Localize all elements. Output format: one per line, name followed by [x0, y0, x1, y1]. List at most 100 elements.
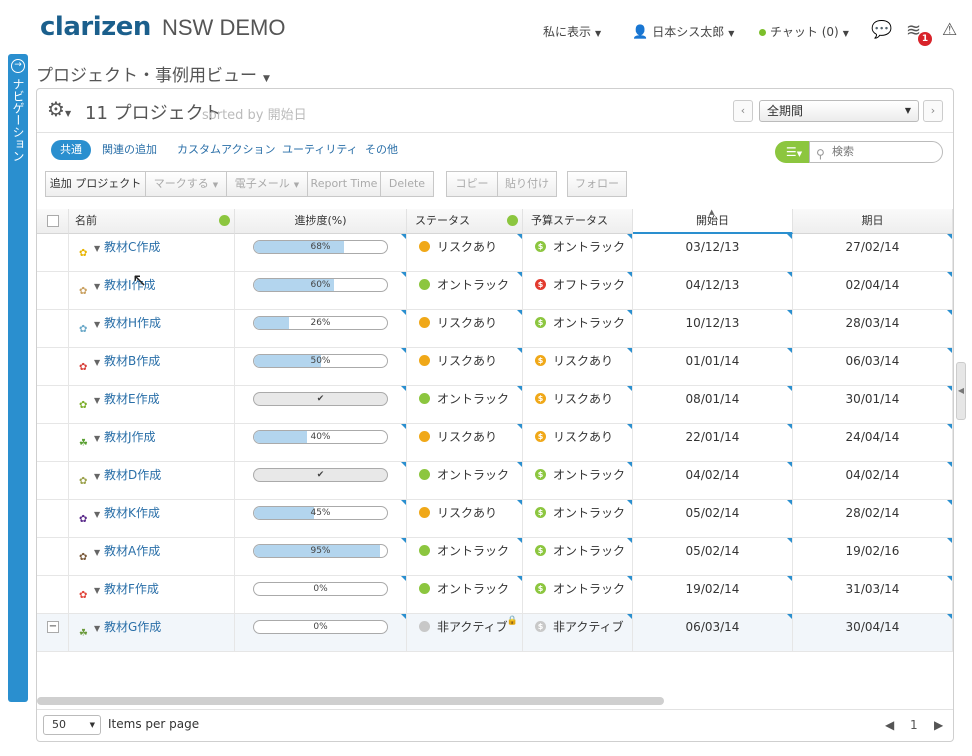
table-row[interactable]: ✿ ▼ 教材H作成 26% リスクあり $ オントラック 10/12/13 28/…: [37, 310, 953, 348]
project-name-link[interactable]: 教材H作成: [104, 310, 161, 337]
table-row[interactable]: ✿ ▼ 教材C作成 68% リスクあり $ オントラック 03/12/13 27/…: [37, 234, 953, 272]
start-date-cell[interactable]: 22/01/14: [633, 424, 793, 462]
due-date-cell[interactable]: 28/02/14: [793, 500, 953, 538]
tab-add-relation[interactable]: 関連の追加: [102, 140, 157, 160]
chevron-down-icon[interactable]: ▼: [94, 235, 100, 262]
navigation-panel-toggle[interactable]: → ナビゲーション: [8, 54, 28, 702]
table-row[interactable]: ✿ ▼ 教材I作成 60% オントラック $ オフトラック 04/12/13 02…: [37, 272, 953, 310]
start-date-cell[interactable]: 03/12/13: [633, 234, 793, 272]
column-header-name[interactable]: 名前: [69, 209, 235, 234]
tab-custom-actions[interactable]: カスタムアクション: [177, 140, 275, 160]
chevron-down-icon[interactable]: ▼: [94, 311, 100, 338]
chevron-down-icon[interactable]: ▼: [94, 615, 100, 642]
due-date-cell[interactable]: 06/03/14: [793, 348, 953, 386]
table-row[interactable]: ✿ ▼ 教材D作成 ✔ オントラック $ オントラック 04/02/14 04/0…: [37, 462, 953, 500]
due-date-cell[interactable]: 30/04/14: [793, 614, 953, 652]
table-row[interactable]: ✿ ▼ 教材K作成 45% リスクあり $ オントラック 05/02/14 28/…: [37, 500, 953, 538]
items-per-page-select[interactable]: 50 ▼: [43, 715, 101, 735]
project-name-link[interactable]: 教材E作成: [104, 386, 160, 413]
delete-button[interactable]: Delete: [380, 171, 434, 197]
side-panel-collapse-handle[interactable]: ◀: [956, 362, 966, 420]
select-all-checkbox[interactable]: [47, 215, 59, 227]
report-time-button[interactable]: Report Time: [307, 171, 381, 197]
period-select[interactable]: 全期間 ▼: [759, 100, 919, 122]
chevron-down-icon[interactable]: ▼: [94, 539, 100, 566]
chevron-down-icon[interactable]: ▼: [94, 349, 100, 376]
mark-button[interactable]: マークする ▼: [145, 171, 227, 197]
search-input[interactable]: [832, 145, 932, 158]
chat-menu[interactable]: チャット (0) ▼: [759, 23, 849, 40]
add-project-button[interactable]: 追加 プロジェクト: [45, 171, 146, 197]
next-period-button[interactable]: ›: [923, 100, 943, 122]
follow-button[interactable]: フォロー: [567, 171, 627, 197]
due-date-cell[interactable]: 24/04/14: [793, 424, 953, 462]
due-date-cell[interactable]: 27/02/14: [793, 234, 953, 272]
due-date-cell[interactable]: 28/03/14: [793, 310, 953, 348]
table-row[interactable]: ✿ ▼ 教材A作成 95% オントラック $ オントラック 05/02/14 19…: [37, 538, 953, 576]
project-name-link[interactable]: 教材J作成: [104, 424, 156, 451]
project-name-link[interactable]: 教材G作成: [104, 614, 161, 641]
view-selector[interactable]: プロジェクト・事例用ビュー ▼: [36, 61, 270, 86]
email-button[interactable]: 電子メール ▼: [226, 171, 308, 197]
column-header-status[interactable]: ステータス: [407, 209, 523, 234]
due-date-cell[interactable]: 02/04/14: [793, 272, 953, 310]
project-name-link[interactable]: 教材I作成: [104, 272, 156, 299]
tab-other[interactable]: その他: [365, 140, 398, 160]
tab-utilities[interactable]: ユーティリティ: [282, 140, 358, 160]
display-menu[interactable]: 私に表示 ▼: [543, 23, 601, 40]
chevron-down-icon[interactable]: ▼: [94, 425, 100, 452]
settings-gear-icon[interactable]: ⚙▼: [47, 97, 71, 121]
due-date-cell[interactable]: 04/02/14: [793, 462, 953, 500]
tab-common[interactable]: 共通: [51, 140, 91, 160]
due-date-cell[interactable]: 19/02/16: [793, 538, 953, 576]
start-date-cell[interactable]: 10/12/13: [633, 310, 793, 348]
start-date-cell[interactable]: 04/02/14: [633, 462, 793, 500]
column-header-progress[interactable]: 進捗度(%): [235, 209, 407, 234]
chevron-down-icon[interactable]: ▼: [94, 387, 100, 414]
filter-button[interactable]: ☰▼: [775, 141, 813, 163]
chevron-down-icon[interactable]: ▼: [94, 501, 100, 528]
project-name-link[interactable]: 教材A作成: [104, 538, 160, 565]
budget-status-text: オントラック: [553, 468, 626, 482]
column-header-start-date[interactable]: 開始日 ▲: [633, 208, 793, 234]
start-date-cell[interactable]: 08/01/14: [633, 386, 793, 424]
due-date-cell[interactable]: 31/03/14: [793, 576, 953, 614]
project-name-link[interactable]: 教材C作成: [104, 234, 160, 261]
row-collapse-checkbox[interactable]: −: [47, 621, 59, 633]
table-row[interactable]: ✿ ▼ 教材E作成 ✔ オントラック $ リスクあり 08/01/14 30/01…: [37, 386, 953, 424]
column-header-due-date[interactable]: 期日: [793, 209, 953, 234]
start-date-cell[interactable]: 05/02/14: [633, 538, 793, 576]
chevron-down-icon[interactable]: ▼: [94, 577, 100, 604]
start-date-cell[interactable]: 05/02/14: [633, 500, 793, 538]
next-page-icon[interactable]: ▶: [934, 718, 943, 732]
due-date-cell[interactable]: 30/01/14: [793, 386, 953, 424]
previous-page-icon[interactable]: ◀: [885, 718, 894, 732]
copy-button[interactable]: コピー: [446, 171, 498, 197]
project-name-link[interactable]: 教材D作成: [104, 462, 161, 489]
column-header-budget-status[interactable]: 予算ステータス: [523, 209, 633, 234]
start-date-cell[interactable]: 19/02/14: [633, 576, 793, 614]
project-name-link[interactable]: 教材F作成: [104, 576, 159, 603]
start-date-cell[interactable]: 04/12/13: [633, 272, 793, 310]
start-date-cell[interactable]: 01/01/14: [633, 348, 793, 386]
table-row[interactable]: − ☘ ▼ 教材G作成 0% 非アクティブ 🔒 $ 非アクティブ 06/03/14…: [37, 614, 953, 652]
project-name-link[interactable]: 教材B作成: [104, 348, 160, 375]
table-row[interactable]: ✿ ▼ 教材F作成 0% オントラック $ オントラック 19/02/14 31/…: [37, 576, 953, 614]
search-box[interactable]: ⚲: [809, 141, 943, 163]
table-row[interactable]: ☘ ▼ 教材J作成 40% リスクあり $ リスクあり 22/01/14 24/0…: [37, 424, 953, 462]
clarizen-logo[interactable]: clarizen: [40, 12, 151, 42]
alert-icon[interactable]: ⚠: [942, 20, 957, 40]
project-name-link[interactable]: 教材K作成: [104, 500, 160, 527]
horizontal-scrollbar[interactable]: [37, 697, 664, 705]
previous-period-button[interactable]: ‹: [733, 100, 753, 122]
user-menu[interactable]: 👤 日本シス太郎 ▼: [632, 23, 734, 40]
chevron-down-icon[interactable]: ▼: [94, 463, 100, 490]
column-filter-icon[interactable]: [219, 215, 230, 226]
row-select-cell: −: [37, 614, 69, 652]
column-filter-icon[interactable]: [507, 215, 518, 226]
start-date-cell[interactable]: 06/03/14: [633, 614, 793, 652]
messages-icon[interactable]: 💬: [871, 20, 892, 40]
table-row[interactable]: ✿ ▼ 教材B作成 50% リスクあり $ リスクあり 01/01/14 06/0…: [37, 348, 953, 386]
paste-button[interactable]: 貼り付け: [497, 171, 557, 197]
chevron-down-icon[interactable]: ▼: [94, 273, 100, 300]
